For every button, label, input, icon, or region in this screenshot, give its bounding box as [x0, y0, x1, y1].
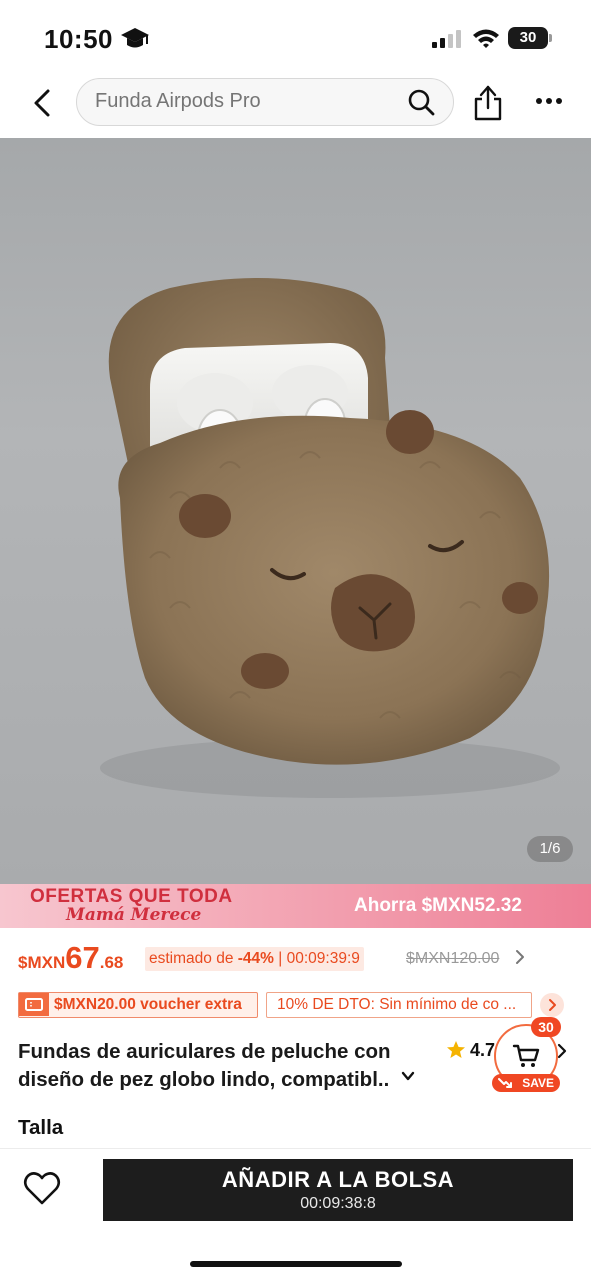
price-currency: $MXN [18, 953, 66, 972]
bottom-action-bar: AÑADIR A LA BOLSA 00:09:38:8 [0, 1148, 591, 1280]
graduation-cap-icon [121, 28, 149, 48]
battery-icon: 30 [508, 27, 552, 49]
product-title[interactable]: Fundas de auriculares de peluche con dis… [18, 1038, 418, 1094]
discount-coupon[interactable]: 10% DE DTO: Sin mínimo de co ... [266, 992, 532, 1018]
price-integer: 67 [65, 940, 100, 975]
save-label: SAVE [522, 1076, 554, 1090]
coupon-row: $MXN20.00 voucher extra 10% DE DTO: Sin … [18, 992, 578, 1018]
promo-savings: Ahorra $MXN52.32 [354, 895, 522, 916]
coupon-more-button[interactable] [540, 993, 564, 1017]
search-bar[interactable] [76, 78, 454, 126]
cellular-signal-icon [432, 30, 461, 48]
share-icon[interactable] [472, 82, 504, 122]
add-to-bag-timer: 00:09:38:8 [300, 1195, 376, 1212]
battery-level: 30 [508, 27, 548, 49]
back-arrow-icon[interactable] [26, 86, 60, 120]
rating-value: 4.7 [470, 1040, 496, 1060]
voucher-text: $MXN20.00 voucher extra [54, 996, 242, 1013]
size-section-label: Talla [18, 1116, 64, 1139]
status-bar: 10:50 30 [0, 0, 591, 72]
voucher-coupon[interactable]: $MXN20.00 voucher extra [18, 992, 258, 1018]
wifi-icon [473, 29, 499, 48]
search-input[interactable] [95, 79, 395, 124]
add-to-bag-button[interactable]: AÑADIR A LA BOLSA 00:09:38:8 [103, 1159, 573, 1221]
trend-down-icon [498, 1078, 512, 1088]
chevron-right-icon[interactable] [514, 948, 526, 966]
cart-count-badge: 30 [531, 1017, 561, 1037]
chevron-right-icon [549, 999, 556, 1011]
discount-percent: -44% [237, 950, 274, 967]
star-icon [447, 1041, 465, 1058]
image-counter: 1/6 [527, 836, 573, 862]
search-icon[interactable] [407, 88, 435, 116]
ticket-icon [19, 993, 49, 1016]
price-decimal: .68 [99, 953, 124, 972]
plush-capybara-case-illustration [100, 278, 560, 798]
product-image[interactable]: 1/6 [0, 138, 591, 884]
add-to-bag-label: AÑADIR A LA BOLSA [221, 1167, 455, 1192]
save-tag: SAVE [492, 1074, 560, 1092]
promo-banner[interactable]: OFERTAS QUE TODA Mamá Merece Ahorra $MXN… [0, 884, 591, 928]
countdown: 00:09:39:9 [286, 950, 360, 967]
status-time: 10:50 [44, 24, 113, 54]
estimated-price-badge[interactable]: estimado de -44% | 00:09:39:9 [145, 947, 364, 971]
top-nav [0, 72, 591, 136]
promo-subtitle: Mamá Merece [66, 905, 202, 925]
separator: | [278, 950, 283, 967]
home-indicator[interactable] [190, 1261, 402, 1267]
original-price: $MXN120.00 [406, 950, 500, 967]
current-price: $MXN67.68 [18, 940, 123, 976]
price-row: $MXN67.68 estimado de -44% | 00:09:39:9 … [18, 940, 578, 980]
heart-icon[interactable] [22, 1169, 62, 1209]
cart-icon [512, 1044, 540, 1067]
chevron-down-icon[interactable] [400, 1068, 416, 1084]
more-options-icon[interactable] [535, 96, 563, 106]
estimated-prefix: estimado de [149, 950, 234, 967]
